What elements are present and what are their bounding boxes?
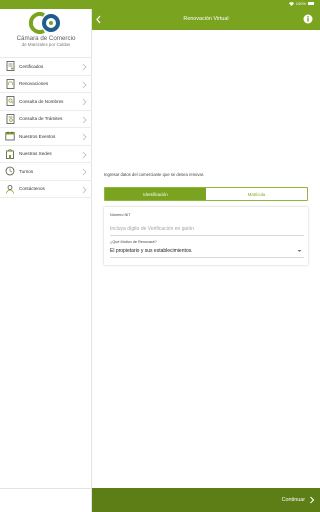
app-window: Cámara de Comercio de Manizales por Cald… (0, 0, 320, 512)
search-type-tabs: Identificación Matrícula (104, 187, 308, 201)
continue-label: Continuar (281, 497, 305, 503)
sidebar-item-consulta-nombres[interactable]: Consulta de Nombres (0, 93, 92, 111)
instruction-text: Ingresar datos del comerciante que se de… (104, 172, 205, 177)
sidebar-item-contactenos[interactable]: Contáctenos (0, 181, 92, 198)
procedure-search-icon (5, 113, 15, 124)
chevron-right-icon (82, 63, 87, 71)
chevron-right-icon (82, 116, 87, 123)
bottom-action-bar: Continuar (92, 488, 320, 512)
nit-field-group: Número NIT (110, 213, 304, 236)
chevron-right-icon (82, 186, 87, 193)
renewal-icon (5, 78, 15, 89)
battery-icon (308, 2, 314, 5)
name-search-icon (5, 96, 15, 107)
turns-icon (5, 166, 15, 176)
dropdown-arrow-icon (297, 250, 302, 252)
sidebar-item-renovaciones[interactable]: Renovaciones (0, 76, 92, 93)
status-bar: 100% (0, 0, 320, 9)
chamber-logo: Cámara de Comercio de Manizales por Cald… (10, 12, 82, 58)
sidebar-item-label: Renovaciones (19, 81, 49, 87)
continue-button[interactable]: Continuar (279, 492, 318, 508)
certificate-icon (5, 61, 15, 72)
app-header: Renovación Virtual (92, 9, 320, 30)
sidebar-item-label: Nuestros Eventos (19, 133, 56, 139)
logo-title: Cámara de Comercio (16, 35, 76, 42)
chevron-right-icon (82, 98, 87, 106)
sidebar-item-label: Certificados (19, 63, 44, 69)
chevron-right-icon (82, 151, 87, 158)
logo-mark-icon (28, 12, 60, 34)
reason-field-group: ¿Qué Motivo de Renovará? El propietario … (110, 240, 304, 258)
sidebar-item-label: Contáctenos (19, 186, 45, 192)
contact-icon (5, 184, 15, 194)
sidebar-item-label: Consulta de Trámites (19, 116, 63, 122)
sidebar-item-certificados[interactable]: Certificados (0, 58, 92, 76)
chevron-right-icon (82, 133, 87, 141)
sidebar: Cámara de Comercio de Manizales por Cald… (0, 0, 92, 512)
sidebar-item-label: Consulta de Nombres (19, 98, 64, 104)
tab-matricula[interactable]: Matrícula (206, 188, 307, 200)
reason-label: ¿Qué Motivo de Renovará? (110, 240, 157, 244)
sidebar-item-consulta-tramites[interactable]: Consulta de Trámites (0, 111, 92, 128)
renewal-form-card: Número NIT ¿Qué Motivo de Renovará? El p… (104, 207, 308, 265)
chevron-right-icon (82, 168, 87, 176)
sidebar-item-label: Nuestras Sedes (19, 151, 52, 157)
chevron-right-icon (82, 81, 87, 88)
sidebar-item-turnos[interactable]: Turnos (0, 163, 92, 181)
nit-input[interactable] (110, 226, 304, 236)
building-icon (5, 148, 15, 159)
sidebar-footer (0, 488, 92, 512)
battery-level: 100% (295, 1, 306, 6)
sidebar-item-eventos[interactable]: Nuestros Eventos (0, 128, 92, 146)
reason-selected-value: El propietario y sus establecimientos. (110, 248, 193, 254)
logo-subtitle: de Manizales por Caldas (21, 42, 71, 47)
tab-identificacion[interactable]: Identificación (105, 188, 206, 200)
sidebar-item-sedes[interactable]: Nuestras Sedes (0, 146, 92, 163)
nit-label: Número NIT (110, 213, 131, 217)
calendar-icon (5, 131, 15, 141)
side-menu: Certificados Renovaciones Consulta de No… (0, 57, 92, 198)
sidebar-item-label: Turnos (19, 168, 34, 174)
user-info-button[interactable] (303, 14, 313, 24)
page-title: Renovación Virtual (183, 16, 229, 22)
wifi-icon (288, 1, 294, 6)
reason-select[interactable]: El propietario y sus establecimientos. (110, 248, 304, 258)
chevron-right-icon (310, 496, 315, 504)
status-indicators: 100% (288, 1, 314, 6)
